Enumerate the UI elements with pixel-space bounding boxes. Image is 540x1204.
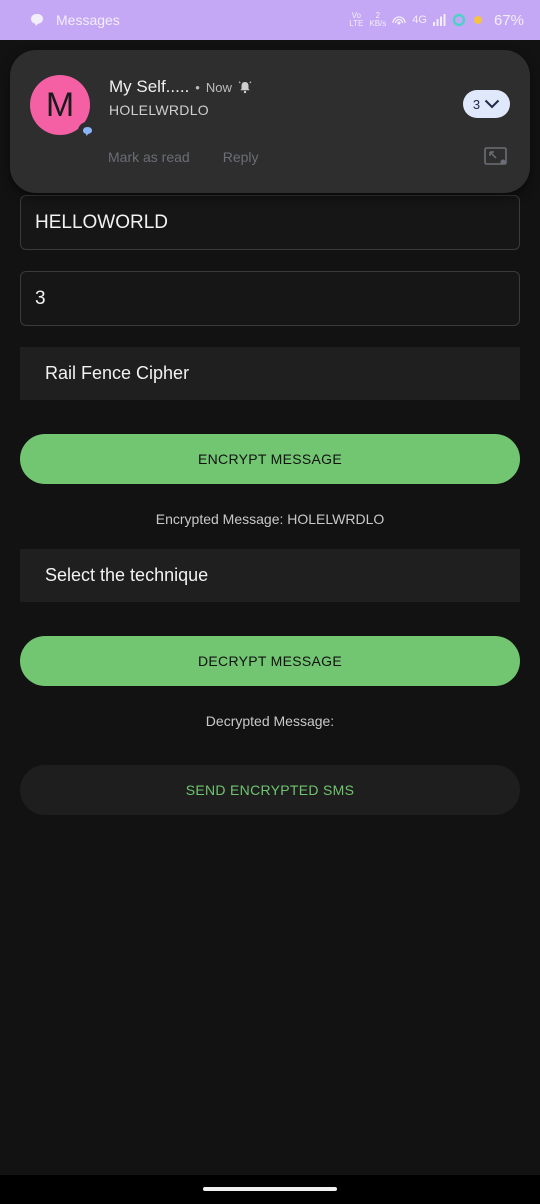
home-indicator[interactable] [203,1187,337,1191]
status-app-name: Messages [56,12,120,28]
hotspot-icon [392,16,406,25]
encrypted-result: Encrypted Message: HOLELWRDLO [155,511,385,527]
encrypt-button[interactable]: ENCRYPT MESSAGE [20,434,520,484]
key-input[interactable]: 3 [20,271,520,326]
notification-body: HOLELWRDLO [109,102,209,118]
decrypt-technique-select[interactable]: Select the technique [20,549,520,602]
speed-indicator: 2 KB/s [369,12,386,28]
bell-icon [238,81,252,94]
network-type: 4G [412,14,427,26]
notification-count: 3 [472,96,481,112]
notification-time: Now [205,79,232,95]
avatar-badge [78,122,96,140]
mark-as-read-button[interactable]: Mark as read [108,149,190,165]
decrypted-result: Decrypted Message: [205,713,335,729]
reply-button[interactable]: Reply [223,149,259,165]
message-input[interactable]: HELLOWORLD [20,195,520,250]
encrypt-technique-select[interactable]: Rail Fence Cipher [20,347,520,400]
speed-unit: KB/s [369,19,387,28]
chevron-down-icon [484,99,500,109]
notification-separator: • [195,79,200,95]
notification-actions: Mark as read Reply [108,149,259,165]
volte-indicator: Vo LTE [349,12,363,28]
status-icons: Vo LTE 2 KB/s 4G 67% [349,12,524,29]
battery-level: 67% [493,11,524,29]
send-encrypted-sms-button[interactable]: SEND ENCRYPTED SMS [20,765,520,815]
status-bar: Messages Vo LTE 2 KB/s 4G 67% [0,0,540,40]
screen-share-icon[interactable] [484,147,508,167]
messages-badge-icon [82,126,92,136]
ring-icon [452,13,466,27]
expand-count-button[interactable]: 3 [463,90,510,118]
notification-title: My Self..... [109,77,190,96]
notification-header: My Self..... • Now [109,77,252,97]
volte-bottom: LTE [349,19,364,28]
decrypt-button[interactable]: DECRYPT MESSAGE [20,636,520,686]
messages-icon [31,14,43,26]
signal-icon [432,14,446,26]
weather-icon [473,16,482,24]
notification-card[interactable]: M My Self..... • Now HOLELWRDLO 3 Mark a… [10,50,530,193]
